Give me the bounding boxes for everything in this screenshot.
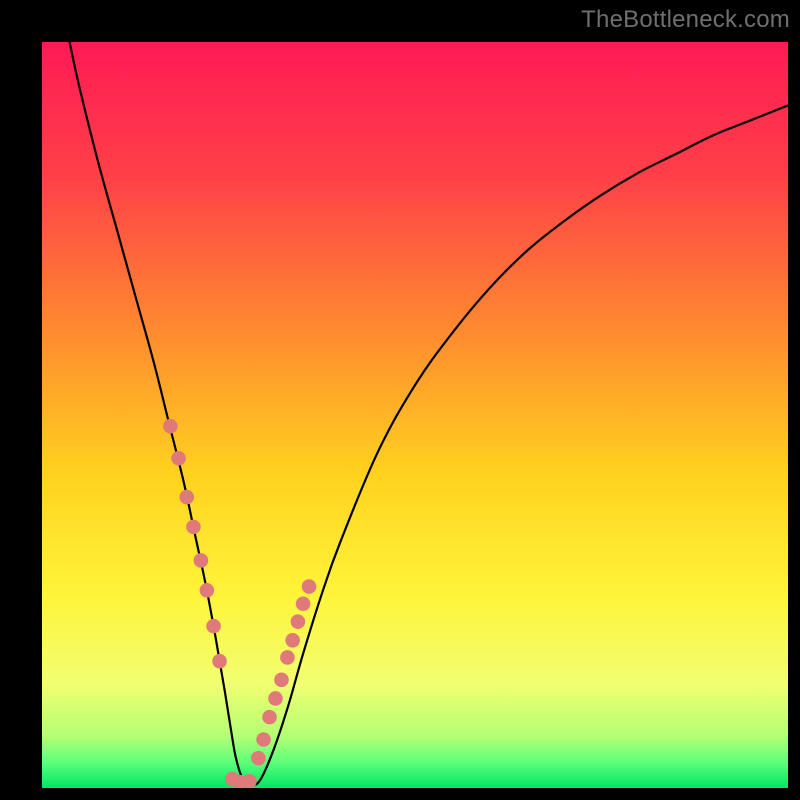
marker-dot [291, 614, 306, 629]
marker-dot [206, 619, 221, 634]
chart-frame: TheBottleneck.com [0, 0, 800, 800]
marker-dot [262, 710, 277, 725]
marker-dot [212, 654, 227, 669]
marker-dot [194, 553, 209, 568]
marker-dot [186, 520, 201, 535]
curve-path [70, 42, 788, 785]
marker-dot [274, 673, 289, 688]
marker-dot [179, 490, 194, 505]
marker-dot [268, 691, 283, 706]
bottleneck-curve [42, 42, 788, 788]
marker-dot [251, 751, 266, 766]
marker-dot [296, 596, 311, 611]
watermark-text: TheBottleneck.com [581, 6, 790, 34]
marker-dot [242, 774, 257, 788]
plot-area [42, 42, 788, 788]
marker-dot [285, 633, 300, 648]
marker-dot [163, 419, 178, 434]
marker-dot [280, 650, 295, 665]
highlight-markers [163, 419, 316, 788]
marker-dot [200, 583, 215, 598]
marker-dot [256, 732, 271, 747]
marker-dot [302, 579, 317, 594]
marker-dot [171, 451, 186, 466]
